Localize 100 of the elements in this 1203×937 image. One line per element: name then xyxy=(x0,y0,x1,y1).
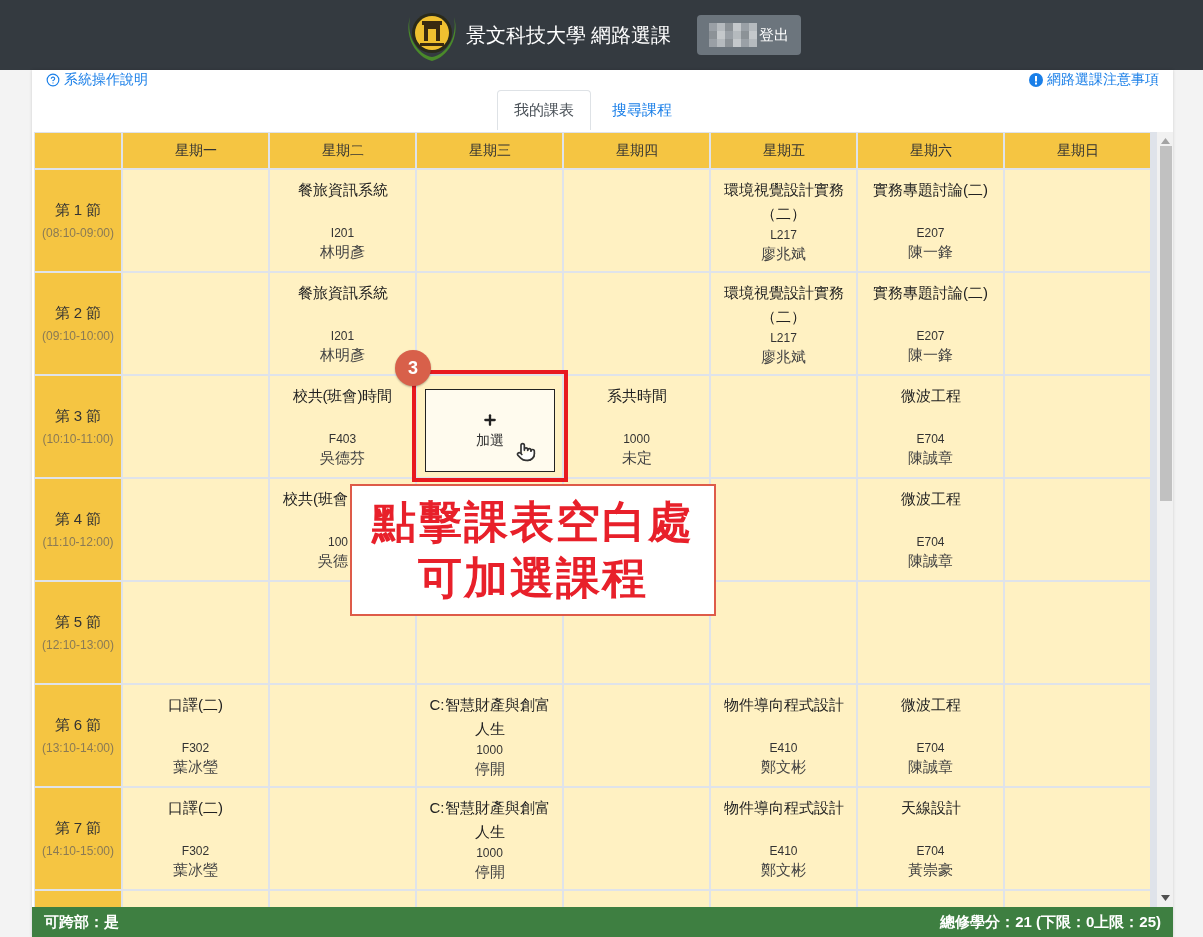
course-title: 實務專題討論(二) xyxy=(873,180,988,200)
room-code: I201 xyxy=(330,225,355,242)
course-cell[interactable]: 微波工程 E704 陳誠章 xyxy=(858,376,1003,477)
teacher-name: 黃崇豪 xyxy=(908,860,953,880)
cross-department-status: 可跨部：是 xyxy=(44,912,119,932)
teacher-name: 吳德芬 xyxy=(320,448,365,468)
room-code: 100 xyxy=(327,534,348,551)
course-cell[interactable]: 環境視覺設計實務（二） L217 廖兆斌 xyxy=(711,170,856,271)
empty-cell[interactable] xyxy=(711,582,856,683)
tab[interactable]: 我的課表 xyxy=(496,90,591,130)
room-code: L217 xyxy=(770,330,797,347)
period-label: 第 2 節 xyxy=(54,304,102,323)
scroll-down-icon[interactable] xyxy=(1161,895,1170,901)
teacher-name: 停開 xyxy=(474,862,505,882)
empty-cell[interactable] xyxy=(1005,582,1150,683)
empty-cell[interactable] xyxy=(123,582,268,683)
course-cell[interactable]: 物件導向程式設計 E410 鄭文彬 xyxy=(711,788,856,889)
empty-cell[interactable] xyxy=(564,685,709,786)
course-cell[interactable]: 餐旅資訊系統 I201 林明彥 xyxy=(270,170,415,271)
day-header: 星期六 xyxy=(858,133,1003,168)
empty-cell[interactable] xyxy=(711,376,856,477)
period-time: (13:10-14:00) xyxy=(41,741,114,755)
course-title: 校共(班會)時間 xyxy=(292,386,393,406)
room-code: E207 xyxy=(916,225,945,242)
logout-button[interactable]: 登出 xyxy=(697,15,802,55)
empty-cell[interactable] xyxy=(1005,376,1150,477)
add-course-label: 加選 xyxy=(475,431,504,450)
scroll-thumb[interactable] xyxy=(1159,146,1172,501)
course-title: 校共(班會 xyxy=(283,489,348,509)
empty-cell[interactable] xyxy=(858,582,1003,683)
room-code: E704 xyxy=(916,431,945,448)
empty-cell[interactable] xyxy=(270,788,415,889)
teacher-name: 未定 xyxy=(621,448,652,468)
empty-cell[interactable] xyxy=(711,479,856,580)
room-code: F302 xyxy=(181,843,210,860)
empty-cell[interactable] xyxy=(1005,788,1150,889)
help-icon xyxy=(46,73,60,87)
teacher-name: 廖兆斌 xyxy=(761,244,806,264)
course-cell[interactable]: 口譯(二) F302 葉冰瑩 xyxy=(123,788,268,889)
room-code: E704 xyxy=(916,534,945,551)
room-code: E410 xyxy=(769,740,798,757)
empty-cell[interactable] xyxy=(1005,685,1150,786)
course-cell[interactable]: 物件導向程式設計 E410 鄭文彬 xyxy=(711,685,856,786)
course-cell[interactable]: 微波工程 E704 陳誠章 xyxy=(858,685,1003,786)
room-code: E704 xyxy=(916,843,945,860)
empty-cell[interactable] xyxy=(417,170,562,271)
period-label: 第 1 節 xyxy=(54,201,102,220)
course-cell[interactable]: 環境視覺設計實務（二） L217 廖兆斌 xyxy=(711,273,856,374)
empty-cell[interactable] xyxy=(1005,170,1150,271)
room-code: F403 xyxy=(328,431,357,448)
course-title: 微波工程 xyxy=(900,489,961,509)
help-link[interactable]: 系統操作說明 xyxy=(46,71,148,89)
empty-cell[interactable] xyxy=(564,788,709,889)
day-header: 星期四 xyxy=(564,133,709,168)
hand-pointer-icon xyxy=(515,442,536,462)
teacher-name: 葉冰瑩 xyxy=(173,757,218,777)
teacher-name: 鄭文彬 xyxy=(761,757,806,777)
teacher-name: 葉冰瑩 xyxy=(173,860,218,880)
empty-cell[interactable] xyxy=(123,479,268,580)
empty-cell[interactable] xyxy=(1005,273,1150,374)
add-course-button[interactable]: 加選 xyxy=(424,389,555,472)
empty-cell[interactable] xyxy=(564,273,709,374)
room-code: F302 xyxy=(181,740,210,757)
empty-cell[interactable] xyxy=(564,170,709,271)
period-time: (08:10-09:00) xyxy=(41,226,114,240)
course-cell[interactable]: 實務專題討論(二) E207 陳一鋒 xyxy=(858,273,1003,374)
course-cell[interactable]: 天線設計 E704 黃崇豪 xyxy=(858,788,1003,889)
room-code: I201 xyxy=(330,328,355,345)
teacher-name: 陳誠章 xyxy=(908,551,953,571)
room-code: E410 xyxy=(769,843,798,860)
site-title: 景文科技大學 網路選課 xyxy=(465,22,672,48)
course-title: C:智慧財產與創富人生 xyxy=(428,695,551,739)
course-cell[interactable]: C:智慧財產與創富人生 1000 停開 xyxy=(417,685,562,786)
course-title: 餐旅資訊系統 xyxy=(297,283,388,303)
room-code: E704 xyxy=(916,740,945,757)
callout-text: 可加選課程 xyxy=(418,552,648,604)
course-title: 餐旅資訊系統 xyxy=(297,180,388,200)
course-cell[interactable]: C:智慧財產與創富人生 1000 停開 xyxy=(417,788,562,889)
teacher-name: 廖兆斌 xyxy=(761,347,806,367)
day-header: 星期一 xyxy=(123,133,268,168)
day-header: 星期日 xyxy=(1005,133,1150,168)
empty-cell[interactable] xyxy=(270,685,415,786)
notice-link[interactable]: 網路選課注意事項 xyxy=(1029,71,1159,89)
course-cell[interactable]: 微波工程 E704 陳誠章 xyxy=(858,479,1003,580)
period-time: (11:10-12:00) xyxy=(42,535,114,549)
course-cell[interactable]: 實務專題討論(二) E207 陳一鋒 xyxy=(858,170,1003,271)
course-title: 天線設計 xyxy=(900,798,961,818)
scroll-up-icon[interactable] xyxy=(1161,138,1170,144)
course-cell[interactable]: 口譯(二) F302 葉冰瑩 xyxy=(123,685,268,786)
scrollbar[interactable] xyxy=(1157,132,1173,907)
room-code: 1000 xyxy=(476,845,503,862)
course-cell[interactable]: 校共(班會)時間 F403 吳德芬 xyxy=(270,376,415,477)
teacher-name: 林明彥 xyxy=(320,242,365,262)
period-time: (12:10-13:00) xyxy=(41,638,114,652)
empty-cell[interactable] xyxy=(123,376,268,477)
empty-cell[interactable] xyxy=(123,170,268,271)
exclamation-circle-icon xyxy=(1029,73,1043,87)
empty-cell[interactable] xyxy=(1005,479,1150,580)
plus-icon xyxy=(481,411,498,428)
empty-cell[interactable] xyxy=(123,273,268,374)
